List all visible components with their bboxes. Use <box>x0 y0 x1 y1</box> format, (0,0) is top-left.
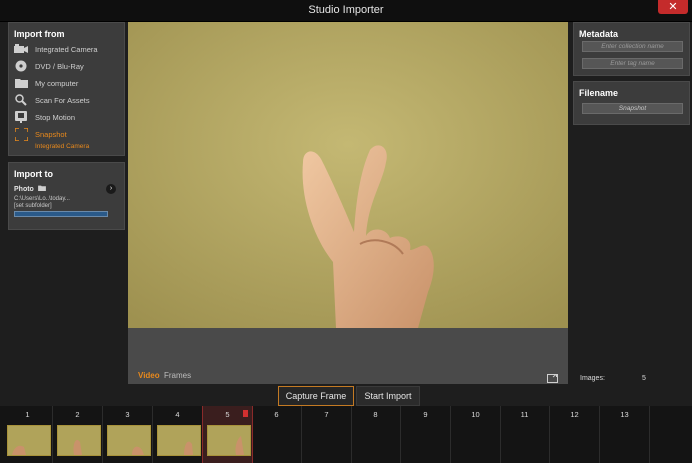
slot-number: 6 <box>274 410 279 419</box>
search-icon <box>14 94 28 106</box>
frame-thumbnail[interactable] <box>107 425 151 456</box>
source-label: Snapshot <box>35 129 67 139</box>
slot-number: 9 <box>423 410 428 419</box>
snapshot-icon <box>14 127 28 141</box>
source-snapshot[interactable]: Snapshot <box>14 127 67 141</box>
slot-number: 13 <box>620 410 629 419</box>
source-label: My computer <box>35 78 79 88</box>
slot-number: 11 <box>520 410 529 419</box>
source-my-computer[interactable]: My computer <box>14 76 78 90</box>
images-label: Images: <box>580 375 605 382</box>
filmstrip-slot[interactable]: 3 <box>103 406 153 463</box>
storage-bar <box>14 211 108 217</box>
frame-thumbnail[interactable] <box>157 425 201 456</box>
source-label: Scan For Assets <box>35 95 90 105</box>
filmstrip-slot[interactable]: 8 <box>351 406 401 463</box>
source-scan-for-assets[interactable]: Scan For Assets <box>14 93 90 107</box>
import-from-heading: Import from <box>14 29 65 39</box>
title-bar: Studio Importer ✕ <box>0 0 692 22</box>
filmstrip-slot[interactable]: 2 <box>53 406 103 463</box>
metadata-panel: Metadata Enter collection name Enter tag… <box>573 22 690 76</box>
delete-frame-icon[interactable] <box>243 410 248 417</box>
slot-number: 2 <box>75 410 80 419</box>
filmstrip-slot[interactable]: 6 <box>252 406 302 463</box>
filename-panel: Filename Snapshot <box>573 81 690 125</box>
expand-arrow-icon[interactable]: › <box>106 184 116 194</box>
tag-name-input[interactable]: Enter tag name <box>582 58 683 69</box>
close-button[interactable]: ✕ <box>658 0 688 14</box>
filmstrip-slot[interactable]: 10 <box>451 406 501 463</box>
images-count: 5 <box>642 375 646 382</box>
filmstrip-slot[interactable]: 12 <box>550 406 600 463</box>
filename-heading: Filename <box>579 88 619 98</box>
subfolder-link[interactable]: [set subfolder] <box>14 203 52 209</box>
slot-number: 10 <box>471 410 480 419</box>
slot-number: 8 <box>373 410 378 419</box>
filmstrip-slot[interactable]: 4 <box>153 406 203 463</box>
snapshot-source-label[interactable]: Integrated Camera <box>35 143 89 150</box>
slot-number: 3 <box>125 410 130 419</box>
import-to-panel: Import to Photo › C:\Users\Lo..\today...… <box>8 162 125 230</box>
filmstrip-slot[interactable]: 9 <box>401 406 451 463</box>
filmstrip-slot-selected[interactable]: 5 <box>202 406 253 463</box>
capture-frame-button[interactable]: Capture Frame <box>278 386 354 406</box>
frame-thumbnail[interactable] <box>57 425 101 456</box>
source-dvd[interactable]: DVD / Blu-Ray <box>14 59 84 73</box>
filmstrip: 1 2 3 4 5 6 7 8 9 10 11 12 13 <box>0 406 692 463</box>
source-integrated-camera[interactable]: Integrated Camera <box>14 42 98 56</box>
import-from-panel: Import from Integrated Camera DVD / Blu-… <box>8 22 125 156</box>
frame-thumbnail[interactable] <box>207 425 251 456</box>
slot-number: 1 <box>25 410 30 419</box>
disc-icon <box>14 60 28 72</box>
metadata-heading: Metadata <box>579 29 619 39</box>
filmstrip-slot[interactable]: 1 <box>3 406 53 463</box>
camera-icon <box>14 43 28 55</box>
destination-path: C:\Users\Lo..\today... <box>14 196 70 202</box>
import-to-heading: Import to <box>14 169 53 179</box>
camera-preview <box>128 22 568 328</box>
filmstrip-slot[interactable]: 11 <box>500 406 550 463</box>
collection-name-input[interactable]: Enter collection name <box>582 41 683 52</box>
frame-thumbnail[interactable] <box>7 425 51 456</box>
folder-icon <box>14 77 28 89</box>
source-label: DVD / Blu-Ray <box>35 61 84 71</box>
filmstrip-slot[interactable]: 13 <box>600 406 650 463</box>
fullscreen-icon[interactable] <box>547 370 558 388</box>
destination-label: Photo <box>14 185 34 193</box>
slot-number: 12 <box>570 410 579 419</box>
slot-number: 4 <box>175 410 180 419</box>
filmstrip-slot[interactable]: 7 <box>302 406 352 463</box>
destination-row[interactable]: Photo <box>14 185 46 193</box>
source-label: Integrated Camera <box>35 44 98 54</box>
source-stop-motion[interactable]: Stop Motion <box>14 110 75 124</box>
filename-input[interactable]: Snapshot <box>582 103 683 114</box>
preview-footer <box>128 328 568 384</box>
tab-frames[interactable]: Frames <box>164 371 191 380</box>
preview-image <box>128 22 568 328</box>
folder-icon <box>37 185 46 193</box>
slot-number: 7 <box>324 410 329 419</box>
window-title: Studio Importer <box>308 4 384 16</box>
tab-video[interactable]: Video <box>138 371 160 380</box>
source-label: Stop Motion <box>35 112 76 122</box>
start-import-button[interactable]: Start Import <box>356 386 420 406</box>
stop-motion-icon <box>14 111 28 123</box>
